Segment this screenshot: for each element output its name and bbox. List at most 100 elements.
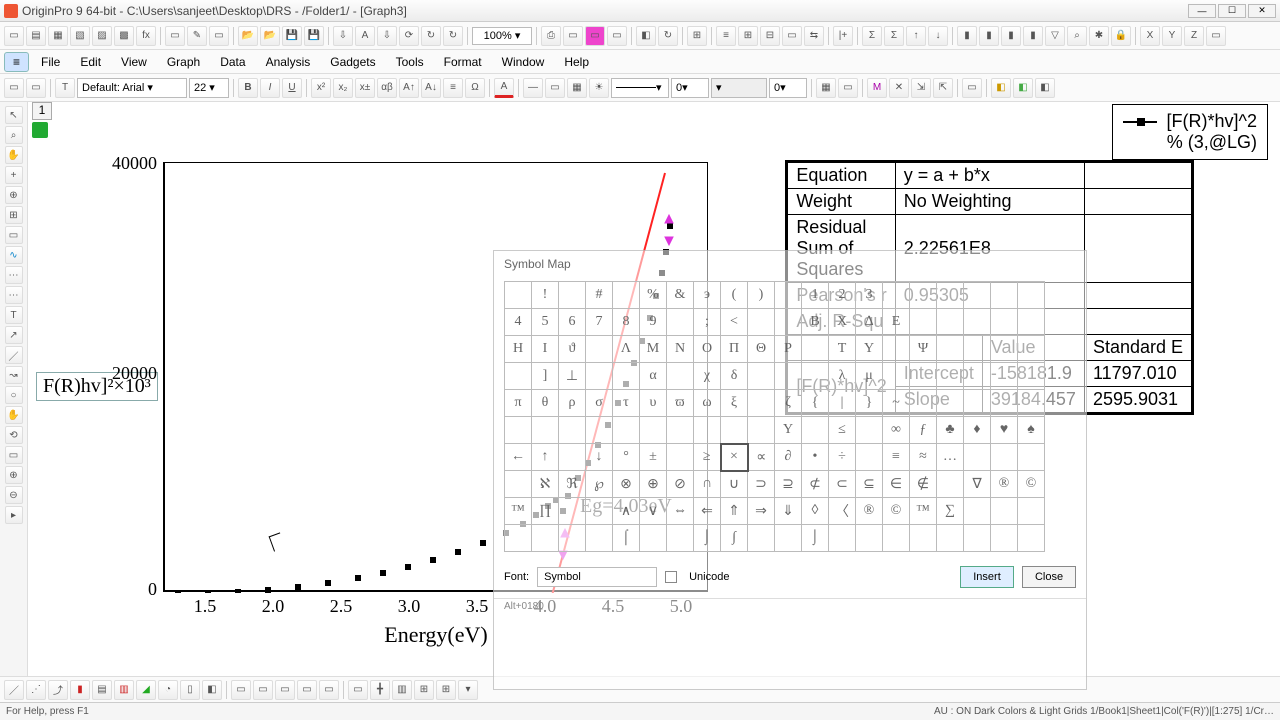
symbol-cell[interactable]: 1 bbox=[802, 282, 829, 309]
box-plot-icon[interactable]: ▯ bbox=[180, 680, 200, 700]
symbol-cell[interactable]: μ bbox=[856, 363, 883, 390]
insert-button[interactable]: Insert bbox=[960, 566, 1014, 588]
legend-box[interactable]: [F(R)*hv]^2 % (3,@LG) bbox=[1112, 104, 1268, 160]
symbol-cell[interactable] bbox=[964, 525, 991, 552]
lock-indicator-icon[interactable] bbox=[32, 122, 48, 138]
close-dialog-button[interactable]: Close bbox=[1022, 566, 1076, 588]
merge-icon[interactable]: M bbox=[867, 78, 887, 98]
symbol-cell[interactable] bbox=[937, 282, 964, 309]
symbol-cell[interactable]: ∈ bbox=[883, 471, 910, 498]
palette1-icon[interactable]: ▭ bbox=[962, 78, 982, 98]
symbol-cell[interactable] bbox=[991, 336, 1018, 363]
new-workbook-icon[interactable]: ▦ bbox=[48, 26, 68, 46]
symbol-cell[interactable]: 3 bbox=[856, 282, 883, 309]
italic-icon[interactable]: I bbox=[260, 78, 280, 98]
symbol-cell[interactable] bbox=[586, 525, 613, 552]
symbol-cell[interactable]: ⊇ bbox=[775, 471, 802, 498]
symbol-cell[interactable]: ♣ bbox=[937, 417, 964, 444]
page-tool-icon[interactable]: ▭ bbox=[5, 446, 23, 464]
symbol-cell[interactable]: ⇔ bbox=[667, 498, 694, 525]
layer-tool-icon[interactable]: ▭ bbox=[4, 78, 24, 98]
symbol-cell[interactable] bbox=[586, 336, 613, 363]
grid-icon[interactable]: ▦ bbox=[816, 78, 836, 98]
symbol-cell[interactable] bbox=[991, 390, 1018, 417]
subscript-icon[interactable]: x₂ bbox=[333, 78, 353, 98]
symbol-cell[interactable]: ! bbox=[532, 282, 559, 309]
grid1-icon[interactable]: ⊞ bbox=[414, 680, 434, 700]
new-layout-icon[interactable]: ▭ bbox=[165, 26, 185, 46]
font-color-icon[interactable]: A bbox=[494, 78, 514, 98]
symbol-cell[interactable]: ) bbox=[748, 282, 775, 309]
color-scale-icon[interactable]: ▥ bbox=[392, 680, 412, 700]
layer-indicator[interactable]: 1 bbox=[32, 102, 52, 120]
align-icon[interactable]: ≡ bbox=[443, 78, 463, 98]
symbol-cell[interactable]: N bbox=[667, 336, 694, 363]
lock-icon[interactable]: 🔒 bbox=[1111, 26, 1131, 46]
greek-icon[interactable]: αβ bbox=[377, 78, 397, 98]
numeric-a[interactable]: 0▾ bbox=[671, 78, 709, 98]
sort-desc-icon[interactable]: ↓ bbox=[928, 26, 948, 46]
symbol-cell[interactable] bbox=[748, 525, 775, 552]
symbol-cell[interactable] bbox=[1018, 525, 1045, 552]
expand-icon[interactable]: ▸ bbox=[5, 506, 23, 524]
symbol-cell[interactable] bbox=[559, 498, 586, 525]
graph-canvas[interactable]: 1 F(R)hv]²×10³ 40000 20000 0 1.5 2.0 2.5… bbox=[28, 102, 1280, 676]
symbol-cell[interactable] bbox=[991, 363, 1018, 390]
font-size-select[interactable]: 22 ▾ bbox=[189, 78, 229, 98]
symbol-cell[interactable]: ∩ bbox=[694, 471, 721, 498]
symbol-cell[interactable] bbox=[505, 417, 532, 444]
symbol-cell[interactable]: ∉ bbox=[910, 471, 937, 498]
symbol-cell[interactable]: τ bbox=[613, 390, 640, 417]
menu-tools[interactable]: Tools bbox=[388, 53, 432, 71]
symbol-cell[interactable] bbox=[937, 309, 964, 336]
symbol-cell[interactable]: O bbox=[694, 336, 721, 363]
symbol-cell[interactable]: ∪ bbox=[721, 471, 748, 498]
symbol-cell[interactable] bbox=[613, 417, 640, 444]
batch-processing-icon[interactable]: ⟳ bbox=[399, 26, 419, 46]
symbol-cell[interactable] bbox=[856, 444, 883, 471]
symbol-cell[interactable]: 4 bbox=[505, 309, 532, 336]
unicode-checkbox[interactable] bbox=[665, 571, 677, 583]
symbol-cell[interactable] bbox=[667, 417, 694, 444]
symbol-cell[interactable]: | bbox=[829, 390, 856, 417]
symbol-cell[interactable]: ⊗ bbox=[613, 471, 640, 498]
fill-color-icon[interactable]: ▭ bbox=[545, 78, 565, 98]
symbol-cell[interactable]: ⊘ bbox=[667, 471, 694, 498]
symbol-cell[interactable]: ⊆ bbox=[856, 471, 883, 498]
numeric-b[interactable]: 0▾ bbox=[769, 78, 807, 98]
symbol-cell[interactable] bbox=[748, 390, 775, 417]
symbol-cell[interactable]: ⊕ bbox=[640, 471, 667, 498]
symbol-cell[interactable]: ∑ bbox=[937, 498, 964, 525]
symbol-cell[interactable]: Λ bbox=[613, 336, 640, 363]
symbol-cell[interactable] bbox=[748, 309, 775, 336]
zoom-in-icon[interactable]: ⊕ bbox=[5, 466, 23, 484]
symbol-cell[interactable]: ⇐ bbox=[694, 498, 721, 525]
symbol-cell[interactable]: © bbox=[1018, 471, 1045, 498]
symbol-cell[interactable]: E bbox=[883, 309, 910, 336]
symbol-cell[interactable] bbox=[991, 444, 1018, 471]
symbol-cell[interactable]: ⌡ bbox=[694, 525, 721, 552]
symbol-cell[interactable]: T bbox=[829, 336, 856, 363]
symbol-cell[interactable] bbox=[991, 498, 1018, 525]
symbol-cell[interactable]: ⊥ bbox=[559, 363, 586, 390]
symbol-cell[interactable] bbox=[667, 309, 694, 336]
symbol-cell[interactable] bbox=[748, 363, 775, 390]
line-style-icon[interactable]: — bbox=[523, 78, 543, 98]
symbol-cell[interactable] bbox=[910, 282, 937, 309]
symbol-cell[interactable] bbox=[964, 282, 991, 309]
increase-font-icon[interactable]: A↑ bbox=[399, 78, 419, 98]
symbol-cell[interactable]: ϖ bbox=[667, 390, 694, 417]
template3-icon[interactable]: ▭ bbox=[275, 680, 295, 700]
mask-icon[interactable]: ✱ bbox=[1089, 26, 1109, 46]
symbol-cell[interactable] bbox=[883, 363, 910, 390]
symbol-cell[interactable]: ∏ bbox=[532, 498, 559, 525]
symbol-cell[interactable] bbox=[937, 525, 964, 552]
box3d3-icon[interactable]: ◧ bbox=[1035, 78, 1055, 98]
symbol-cell[interactable]: } bbox=[856, 390, 883, 417]
reimport-icon[interactable]: ↻ bbox=[421, 26, 441, 46]
duplicate-icon[interactable]: ▭ bbox=[607, 26, 627, 46]
template2-icon[interactable]: ▭ bbox=[253, 680, 273, 700]
swatch[interactable]: ▾ bbox=[711, 78, 767, 98]
symbol-cell[interactable]: ÷ bbox=[829, 444, 856, 471]
theme-icon[interactable]: ▭ bbox=[838, 78, 858, 98]
